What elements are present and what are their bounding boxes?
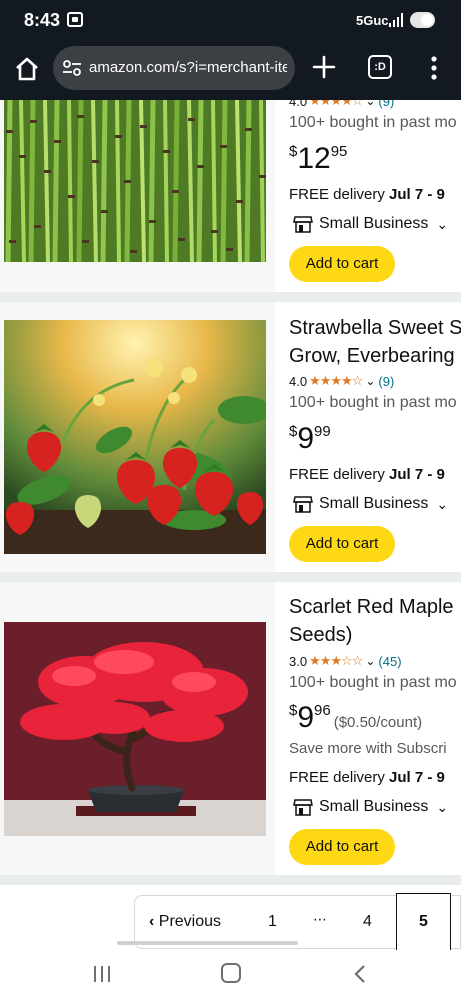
badge-label: Small Business	[319, 798, 429, 815]
price-fraction: 95	[330, 143, 348, 160]
previous-page-button[interactable]: ‹ Previous	[149, 913, 221, 931]
subscribe-save-text: Save more with Subscri	[289, 740, 447, 757]
search-results: 4.0 ★★★★☆ ⌄ (9) 100+ bought in past mo $…	[0, 100, 461, 960]
add-to-cart-button[interactable]: Add to cart	[289, 829, 395, 865]
product-title-line2[interactable]: Seeds)	[289, 621, 461, 649]
product-title[interactable]: Strawbella Sweet S Grow, Everbearing	[289, 314, 461, 370]
recent-apps-icon[interactable]	[92, 965, 112, 983]
badge-label: Small Business	[319, 215, 429, 232]
delivery-info: FREE delivery Jul 7 - 9	[289, 466, 445, 483]
address-bar[interactable]: amazon.com/s?i=merchant-ite	[53, 46, 295, 90]
add-to-cart-button[interactable]: Add to cart	[289, 246, 395, 282]
network-type: 5Guc	[356, 13, 389, 28]
delivery-prefix: FREE delivery	[289, 769, 390, 786]
tune-icon[interactable]	[62, 58, 82, 78]
url-text[interactable]: amazon.com/s?i=merchant-ite	[89, 59, 287, 76]
store-icon	[293, 799, 313, 816]
price-fraction: 96	[314, 702, 331, 719]
status-bar: 8:43 5Guc	[0, 0, 461, 42]
more-vert-icon[interactable]	[424, 54, 444, 82]
product-price: $999	[289, 422, 331, 456]
badge-label: Small Business	[319, 495, 429, 512]
bought-count: 100+ bought in past mo	[289, 114, 457, 131]
price-per-unit: ($0.50/count)	[333, 714, 423, 731]
system-nav-bar	[0, 950, 461, 1000]
strawberry-plant-image	[4, 320, 266, 554]
price-fraction: 99	[314, 423, 331, 440]
bought-count: 100+ bought in past mo	[289, 674, 457, 691]
red-maple-bonsai-image	[4, 622, 266, 836]
product-image[interactable]	[0, 302, 275, 572]
small-business-badge[interactable]: Small Business ⌄	[293, 495, 448, 513]
chevron-down-icon: ⌄	[436, 215, 449, 232]
delivery-dates: Jul 7 - 9	[389, 769, 445, 786]
bamboo-image	[4, 100, 266, 262]
current-page[interactable]: 5	[396, 893, 451, 951]
product-image[interactable]	[0, 100, 275, 292]
delivery-prefix: FREE delivery	[289, 186, 390, 203]
rating-value: 4.0	[289, 373, 308, 389]
status-time: 8:43	[24, 10, 61, 30]
price-whole: 9	[297, 701, 315, 734]
delivery-info: FREE delivery Jul 7 - 9	[289, 186, 445, 203]
store-icon	[293, 216, 313, 233]
tabs-icon[interactable]: :D	[368, 55, 392, 79]
rating-value: 4.0	[289, 100, 308, 109]
small-business-badge[interactable]: Small Business ⌄	[293, 798, 448, 816]
star-rating-icon: ★★★★☆	[309, 100, 363, 108]
price-whole: 9	[297, 422, 315, 455]
home-button-icon[interactable]	[221, 963, 241, 983]
product-title[interactable]: Scarlet Red Maple Seeds)	[289, 593, 461, 649]
delivery-dates: Jul 7 - 9	[389, 466, 445, 483]
product-title-line1[interactable]: Strawbella Sweet S	[289, 314, 461, 342]
product-price: $996($0.50/count)	[289, 701, 422, 735]
product-image[interactable]	[0, 582, 275, 875]
rating-count[interactable]: (9)	[378, 374, 394, 389]
rating-value: 3.0	[289, 653, 308, 669]
delivery-dates: Jul 7 - 9	[389, 186, 445, 203]
divider	[0, 572, 461, 582]
divider	[0, 292, 461, 302]
page-4-button[interactable]: 4	[363, 913, 372, 931]
previous-label: Previous	[158, 913, 222, 930]
product-rating[interactable]: 4.0 ★★★★☆ ⌄ (9)	[289, 100, 394, 109]
rating-count[interactable]: (9)	[378, 100, 394, 109]
chevron-down-icon: ⌄	[365, 100, 376, 108]
home-icon[interactable]	[12, 54, 42, 84]
chevron-down-icon: ⌄	[365, 654, 376, 668]
star-rating-icon: ★★★☆☆	[309, 653, 363, 668]
back-icon[interactable]	[352, 964, 368, 984]
chevron-down-icon: ⌄	[436, 495, 449, 512]
product-rating[interactable]: 4.0 ★★★★☆ ⌄ (9)	[289, 373, 394, 389]
product-rating[interactable]: 3.0 ★★★☆☆ ⌄ (45)	[289, 653, 402, 669]
screenshot-notification-icon	[67, 12, 83, 27]
plus-icon[interactable]	[311, 54, 337, 80]
page-ellipsis: ⋯	[313, 911, 327, 927]
product-price: $1295	[289, 142, 347, 176]
small-business-badge[interactable]: Small Business ⌄	[293, 215, 448, 233]
signal-icon	[389, 13, 403, 27]
rating-count[interactable]: (45)	[378, 654, 401, 669]
add-to-cart-button[interactable]: Add to cart	[289, 526, 395, 562]
star-rating-icon: ★★★★☆	[309, 373, 363, 388]
bought-count: 100+ bought in past mo	[289, 394, 457, 411]
chevron-down-icon: ⌄	[436, 798, 449, 815]
product-title-line1[interactable]: Scarlet Red Maple	[289, 593, 461, 621]
divider	[0, 875, 461, 885]
chevron-down-icon: ⌄	[365, 374, 376, 388]
browser-toolbar: amazon.com/s?i=merchant-ite :D	[0, 42, 461, 100]
scroll-indicator	[117, 941, 298, 945]
page-1-button[interactable]: 1	[268, 913, 277, 931]
price-whole: 12	[297, 142, 331, 175]
chevron-left-icon: ‹	[149, 913, 159, 930]
delivery-prefix: FREE delivery	[289, 466, 390, 483]
battery-toggle-icon	[410, 12, 435, 28]
product-title-line2[interactable]: Grow, Everbearing	[289, 342, 461, 370]
store-icon	[293, 496, 313, 513]
delivery-info: FREE delivery Jul 7 - 9	[289, 769, 445, 786]
